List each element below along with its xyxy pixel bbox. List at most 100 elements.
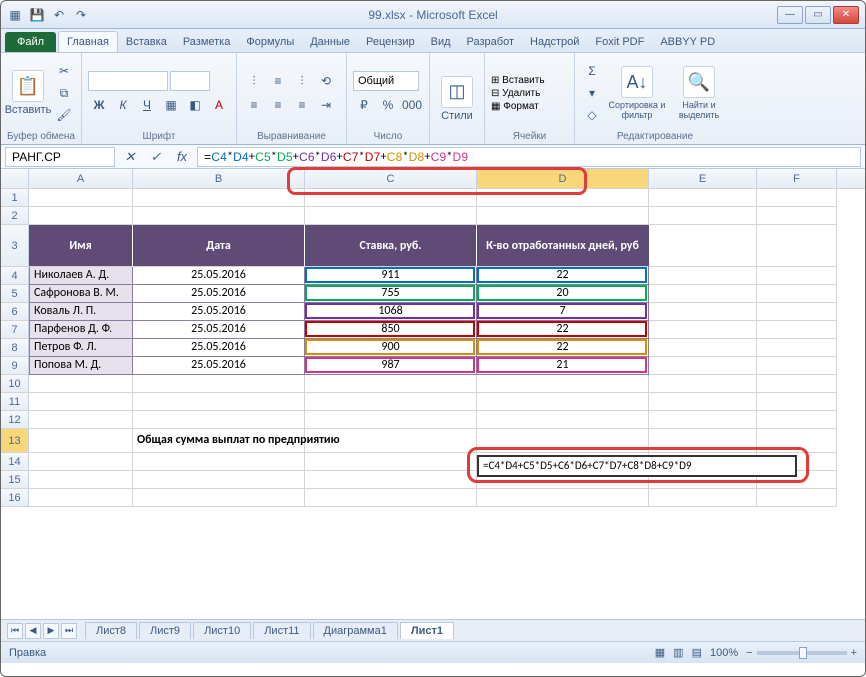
select-all-corner[interactable] — [1, 169, 29, 188]
row-3[interactable]: 3 — [1, 225, 29, 267]
align-center-icon[interactable]: ≡ — [267, 95, 289, 115]
cell-A8[interactable]: Петров Ф. Л. — [29, 339, 133, 357]
cell-C9[interactable]: 987 — [305, 357, 477, 375]
format-painter-icon[interactable]: 🖌 — [53, 105, 75, 125]
cells-format[interactable]: ▦ Формат — [491, 101, 545, 112]
minimize-button[interactable]: — — [777, 6, 803, 24]
cell-C7[interactable]: 850 — [305, 321, 477, 339]
cell-D8[interactable]: 22 — [477, 339, 649, 357]
formula-input[interactable]: =C4*D4+C5*D5+C6*D6+C7*D7+C8*D8+C9*D9 — [197, 147, 861, 167]
cell-B6[interactable]: 25.05.2016 — [133, 303, 305, 321]
view-normal-icon[interactable]: ▦ — [655, 646, 665, 659]
sheet-tab[interactable]: Лист10 — [193, 622, 251, 639]
cell-D4[interactable]: 22 — [477, 267, 649, 285]
col-D[interactable]: D — [477, 169, 649, 188]
save-icon[interactable]: 💾 — [29, 7, 45, 23]
close-button[interactable]: ✕ — [833, 6, 859, 24]
tab-foxit[interactable]: Foxit PDF — [587, 32, 652, 52]
tab-formulas[interactable]: Формулы — [238, 32, 302, 52]
row-16[interactable]: 16 — [1, 489, 29, 507]
tab-abbyy[interactable]: ABBYY PD — [652, 32, 723, 52]
underline-button[interactable]: Ч — [136, 95, 158, 115]
bold-button[interactable]: Ж — [88, 95, 110, 115]
border-icon[interactable]: ▦ — [160, 95, 182, 115]
align-right-icon[interactable]: ≡ — [291, 95, 313, 115]
row-10[interactable]: 10 — [1, 375, 29, 393]
sheet-tab-active[interactable]: Лист1 — [400, 622, 454, 639]
tab-addins[interactable]: Надстрой — [522, 32, 587, 52]
find-select-button[interactable]: 🔍 Найти и выделить — [671, 66, 727, 120]
fill-color-icon[interactable]: ◧ — [184, 95, 206, 115]
tab-layout[interactable]: Разметка — [175, 32, 239, 52]
tab-review[interactable]: Рецензир — [358, 32, 423, 52]
sheet-prev-icon[interactable]: ◀ — [25, 623, 41, 639]
row-2[interactable]: 2 — [1, 207, 29, 225]
align-top-icon[interactable]: ⫶ — [243, 71, 265, 91]
cell-D13[interactable] — [477, 429, 649, 453]
cell-B8[interactable]: 25.05.2016 — [133, 339, 305, 357]
italic-button[interactable]: К — [112, 95, 134, 115]
view-break-icon[interactable]: ▤ — [692, 646, 702, 659]
active-cell-editor[interactable]: =C4*D4+C5*D5+C6*D6+C7*D7+C8*D8+C9*D9 — [477, 455, 797, 477]
cells-insert[interactable]: ⊞ Вставить — [491, 75, 545, 86]
font-color-icon[interactable]: A — [208, 95, 230, 115]
align-bottom-icon[interactable]: ⫶ — [291, 71, 313, 91]
cell-B9[interactable]: 25.05.2016 — [133, 357, 305, 375]
cell-C4[interactable]: 911 — [305, 267, 477, 285]
col-C[interactable]: C — [305, 169, 477, 188]
zoom-out-icon[interactable]: − — [746, 647, 752, 659]
name-box[interactable]: РАНГ.СР — [5, 147, 115, 167]
row-1[interactable]: 1 — [1, 189, 29, 207]
number-format[interactable]: Общий — [353, 71, 419, 91]
zoom-in-icon[interactable]: + — [851, 647, 857, 659]
col-F[interactable]: F — [757, 169, 837, 188]
col-A[interactable]: A — [29, 169, 133, 188]
cell-C6[interactable]: 1068 — [305, 303, 477, 321]
zoom-slider[interactable]: − + — [746, 647, 857, 659]
view-layout-icon[interactable]: ▥ — [673, 646, 683, 659]
cell-A7[interactable]: Парфенов Д. Ф. — [29, 321, 133, 339]
cell-A6[interactable]: Коваль Л. П. — [29, 303, 133, 321]
cells-delete[interactable]: ⊟ Удалить — [491, 88, 545, 99]
cancel-formula-icon[interactable]: ✕ — [119, 147, 141, 167]
row-12[interactable]: 12 — [1, 411, 29, 429]
worksheet[interactable]: A B C D E F 1 2 3 Имя Дата Ставка, руб. … — [1, 169, 865, 619]
cell-B7[interactable]: 25.05.2016 — [133, 321, 305, 339]
clear-icon[interactable]: ◇ — [581, 105, 603, 125]
row-4[interactable]: 4 — [1, 267, 29, 285]
percent-icon[interactable]: % — [377, 95, 399, 115]
row-7[interactable]: 7 — [1, 321, 29, 339]
font-name[interactable] — [88, 71, 168, 91]
copy-icon[interactable]: ⧉ — [53, 83, 75, 103]
cell-B4[interactable]: 25.05.2016 — [133, 267, 305, 285]
cell-A5[interactable]: Сафронова В. М. — [29, 285, 133, 303]
col-B[interactable]: B — [133, 169, 305, 188]
cell-B5[interactable]: 25.05.2016 — [133, 285, 305, 303]
enter-formula-icon[interactable]: ✓ — [145, 147, 167, 167]
font-size[interactable] — [170, 71, 210, 91]
sort-filter-button[interactable]: A↓ Сортировка и фильтр — [607, 66, 667, 120]
tab-view[interactable]: Вид — [423, 32, 459, 52]
sheet-next-icon[interactable]: ▶ — [43, 623, 59, 639]
row-5[interactable]: 5 — [1, 285, 29, 303]
autosum-icon[interactable]: Σ — [581, 61, 603, 81]
sheet-tab[interactable]: Лист9 — [139, 622, 191, 639]
cell-C8[interactable]: 900 — [305, 339, 477, 357]
cell-D7[interactable]: 22 — [477, 321, 649, 339]
comma-icon[interactable]: 000 — [401, 95, 423, 115]
fill-icon[interactable]: ▾ — [581, 83, 603, 103]
align-middle-icon[interactable]: ≡ — [267, 71, 289, 91]
row-15[interactable]: 15 — [1, 471, 29, 489]
cell-A9[interactable]: Попова М. Д. — [29, 357, 133, 375]
sheet-tab[interactable]: Диаграмма1 — [313, 622, 398, 639]
undo-icon[interactable]: ↶ — [51, 7, 67, 23]
currency-icon[interactable]: ₽ — [353, 95, 375, 115]
row-9[interactable]: 9 — [1, 357, 29, 375]
sheet-first-icon[interactable]: ⏮ — [7, 623, 23, 639]
tab-developer[interactable]: Разработ — [459, 32, 522, 52]
align-left-icon[interactable]: ≡ — [243, 95, 265, 115]
row-8[interactable]: 8 — [1, 339, 29, 357]
cut-icon[interactable]: ✂ — [53, 61, 75, 81]
styles-button[interactable]: ◫ Стили — [436, 76, 478, 122]
tab-file[interactable]: Файл — [5, 32, 56, 52]
